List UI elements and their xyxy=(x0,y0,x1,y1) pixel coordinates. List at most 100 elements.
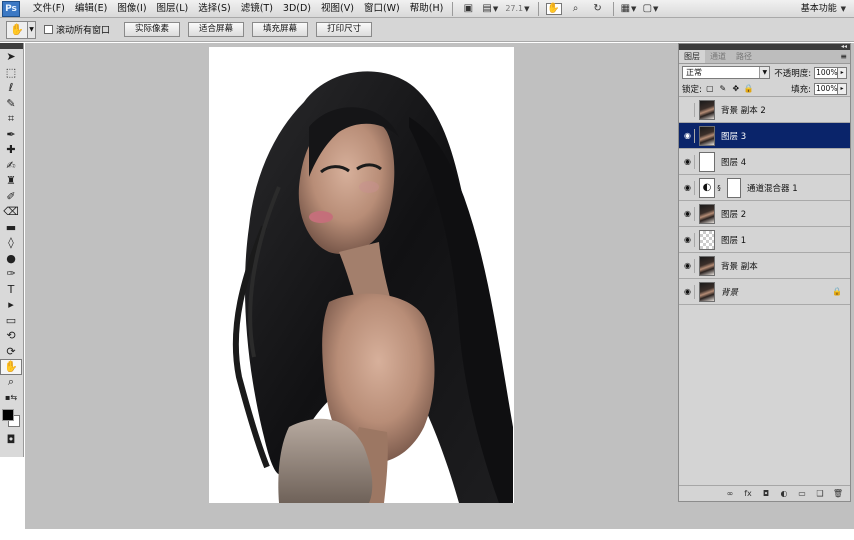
move-tool-icon[interactable]: ➤ xyxy=(0,49,22,65)
marquee-tool-icon[interactable]: ⬚ xyxy=(0,65,22,81)
layer-row[interactable]: ◉ 背景 副本 xyxy=(679,253,850,279)
launch-bridge-icon[interactable]: ▣ xyxy=(460,3,476,15)
layer-row[interactable]: ◉ 图层 4 xyxy=(679,149,850,175)
opacity-slider-toggle[interactable]: ▸ xyxy=(838,66,847,79)
brush-tool-icon[interactable]: ✍ xyxy=(0,158,22,174)
menu-layer[interactable]: 图层(L) xyxy=(152,0,194,18)
hand-tool-icon[interactable]: ✋ xyxy=(545,2,562,15)
3d-rotate-tool-icon[interactable]: ⟲ xyxy=(0,328,22,344)
blend-mode-select[interactable]: 正常 ▼ xyxy=(682,66,771,79)
new-adjustment-layer-icon[interactable]: ◐ xyxy=(778,489,790,499)
delete-layer-icon[interactable]: 🗑 xyxy=(832,489,844,499)
3d-orbit-tool-icon[interactable]: ⟳ xyxy=(0,344,22,360)
fill-screen-button[interactable]: 填充屏幕 xyxy=(252,22,309,37)
clone-stamp-tool-icon[interactable]: ♜ xyxy=(0,173,22,189)
screen-mode-icon[interactable]: ▢ ▼ xyxy=(643,3,659,15)
view-extras-icon[interactable]: ▤ ▼ xyxy=(482,3,498,15)
blur-tool-icon[interactable]: ◊ xyxy=(0,235,22,251)
layer-row[interactable]: ◉ 图层 2 xyxy=(679,201,850,227)
type-tool-icon[interactable]: T xyxy=(0,282,22,298)
lock-image-icon[interactable]: ✎ xyxy=(718,84,728,94)
fill-slider-toggle[interactable]: ▸ xyxy=(838,82,847,95)
lock-position-icon[interactable]: ✥ xyxy=(731,84,741,94)
zoom-level-field[interactable]: 27.1▼ xyxy=(505,4,529,13)
dodge-tool-icon[interactable]: ● xyxy=(0,251,22,267)
fill-field[interactable]: 100% xyxy=(814,82,838,95)
lasso-tool-icon[interactable]: ℓ xyxy=(0,80,22,96)
menu-3d[interactable]: 视图(V) xyxy=(316,0,359,18)
shape-tool-icon[interactable]: ▭ xyxy=(0,313,22,329)
default-colors-icon[interactable]: ▪⇆ xyxy=(0,390,22,406)
menu-image[interactable]: 图像(I) xyxy=(112,0,151,18)
eraser-tool-icon[interactable]: ⌫ xyxy=(0,204,22,220)
visibility-eye-icon[interactable]: ◉ xyxy=(681,128,695,143)
menu-select[interactable]: 选择(S) xyxy=(193,0,235,18)
path-selection-tool-icon[interactable]: ▸ xyxy=(0,297,22,313)
layer-row[interactable]: ◉ 图层 1 xyxy=(679,227,850,253)
print-size-button[interactable]: 打印尺寸 xyxy=(316,22,373,37)
foreground-color-swatch[interactable] xyxy=(2,408,14,421)
zoom-tool-icon[interactable]: ⌕ xyxy=(568,3,584,15)
tab-paths[interactable]: 路径 xyxy=(731,50,757,63)
fit-screen-button[interactable]: 适合屏幕 xyxy=(188,22,245,37)
arrange-documents-icon[interactable]: ▦ ▼ xyxy=(621,3,637,15)
status-strip xyxy=(0,529,854,540)
visibility-eye-icon[interactable]: ◉ xyxy=(681,180,695,195)
visibility-eye-icon[interactable]: ◉ xyxy=(681,206,695,221)
lock-all-icon[interactable]: 🔒 xyxy=(744,84,754,94)
quick-selection-tool-icon[interactable]: ✎ xyxy=(0,96,22,112)
layer-row[interactable]: ◉ 背景 副本 2 xyxy=(679,97,850,123)
menu-analysis[interactable]: 3D(D) xyxy=(278,0,316,18)
history-brush-tool-icon[interactable]: ✐ xyxy=(0,189,22,205)
link-layers-icon[interactable]: ∞ xyxy=(724,489,736,499)
tab-channels[interactable]: 通道 xyxy=(705,50,731,63)
menu-view[interactable]: 窗口(W) xyxy=(359,0,405,18)
scroll-all-windows-checkbox[interactable]: 滚动所有窗口 xyxy=(44,23,110,36)
visibility-eye-icon[interactable]: ◉ xyxy=(681,232,695,247)
blend-row: 正常 ▼ 不透明度: 100% ▸ xyxy=(679,64,850,81)
gradient-tool-icon[interactable]: ▬ xyxy=(0,220,22,236)
opacity-field[interactable]: 100% xyxy=(814,66,839,79)
hand-tool-icon[interactable]: ✋ xyxy=(0,359,22,375)
add-mask-icon[interactable]: ◘ xyxy=(760,489,772,499)
crop-tool-icon[interactable]: ⌗ xyxy=(0,111,22,127)
tool-preset-dropdown[interactable]: ▼ xyxy=(28,20,36,39)
menu-edit[interactable]: 编辑(E) xyxy=(70,0,112,18)
document-canvas[interactable] xyxy=(209,47,514,503)
layer-name: 图层 1 xyxy=(721,235,747,246)
new-group-icon[interactable]: ▭ xyxy=(796,489,808,499)
layer-thumbnail xyxy=(699,203,715,224)
actual-pixels-button[interactable]: 实际像素 xyxy=(124,22,181,37)
menu-filter[interactable]: 滤镜(T) xyxy=(236,0,278,18)
pen-tool-icon[interactable]: ✑ xyxy=(0,266,22,282)
layer-thumbnail xyxy=(699,151,715,172)
tab-layers[interactable]: 图层 xyxy=(679,50,705,63)
layers-panel-footer: ∞ fx ◘ ◐ ▭ ❑ 🗑 xyxy=(679,485,850,501)
workspace-switcher[interactable]: 基本功能 ▼ xyxy=(801,0,846,18)
document-workspace[interactable] xyxy=(25,43,675,529)
collapse-panel-icon[interactable]: ◂◂ xyxy=(841,43,847,50)
visibility-eye-icon[interactable]: ◉ xyxy=(681,284,695,299)
mask-link-icon[interactable]: § xyxy=(715,184,723,192)
menu-window[interactable]: 帮助(H) xyxy=(405,0,449,18)
checkbox-box[interactable] xyxy=(44,25,53,34)
quick-mask-icon[interactable]: ◘ xyxy=(0,432,22,448)
tool-preset-hand-icon[interactable]: ✋ xyxy=(6,20,28,39)
visibility-eye-icon[interactable]: ◉ xyxy=(681,258,695,273)
layer-row-selected[interactable]: ◉ 图层 3 xyxy=(679,123,850,149)
new-layer-icon[interactable]: ❑ xyxy=(814,489,826,499)
healing-brush-tool-icon[interactable]: ✚ xyxy=(0,142,22,158)
visibility-eye-icon[interactable]: ◉ xyxy=(681,154,695,169)
panel-grip[interactable]: ◂◂ xyxy=(679,43,850,50)
rotate-view-icon[interactable]: ↻ xyxy=(590,3,606,15)
menu-file[interactable]: 文件(F) xyxy=(28,0,70,18)
layer-thumbnail xyxy=(699,229,715,250)
layer-row[interactable]: ◉ ◐ § 通道混合器 1 xyxy=(679,175,850,201)
eyedropper-tool-icon[interactable]: ✒ xyxy=(0,127,22,143)
panel-menu-icon[interactable]: ≡ xyxy=(840,50,847,63)
layer-row[interactable]: ◉ 背景 🔒 xyxy=(679,279,850,305)
layer-style-icon[interactable]: fx xyxy=(742,489,754,499)
visibility-eye-icon[interactable]: ◉ xyxy=(681,102,695,117)
zoom-tool-icon[interactable]: ⌕ xyxy=(0,375,22,391)
lock-transparent-icon[interactable]: ▢ xyxy=(705,84,715,94)
